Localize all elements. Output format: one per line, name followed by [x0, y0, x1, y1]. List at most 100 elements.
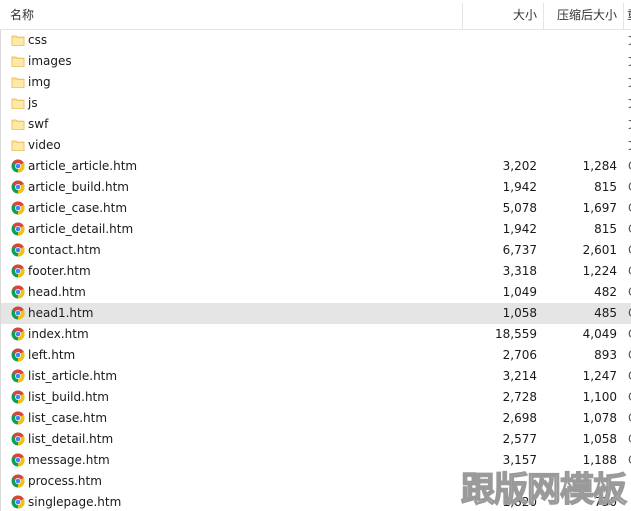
- file-row[interactable]: footer.htm3,3181,224C: [0, 261, 631, 282]
- chrome-document-icon: [11, 243, 25, 257]
- file-name: message.htm: [28, 453, 110, 467]
- folder-icon: [11, 75, 25, 89]
- file-row[interactable]: process.htm: [0, 471, 631, 492]
- file-name: process.htm: [28, 474, 102, 488]
- file-name: article_detail.htm: [28, 222, 134, 236]
- file-row[interactable]: left.htm2,706893C: [0, 345, 631, 366]
- chrome-document-icon: [11, 474, 25, 488]
- file-compressed-size: 1,284: [582, 159, 617, 173]
- file-compressed-size: 2,601: [582, 243, 617, 257]
- file-compressed-size: 1,100: [582, 390, 617, 404]
- file-name: list_case.htm: [28, 411, 108, 425]
- file-row[interactable]: img文: [0, 72, 631, 93]
- folder-icon: [11, 117, 25, 131]
- column-divider[interactable]: [543, 3, 544, 29]
- file-compressed-size: 730: [594, 495, 617, 509]
- file-compressed-size: 4,049: [582, 327, 617, 341]
- file-row[interactable]: list_case.htm2,6981,078C: [0, 408, 631, 429]
- file-compressed-size: 1,247: [582, 369, 617, 383]
- file-row[interactable]: list_article.htm3,2141,247C: [0, 366, 631, 387]
- file-compressed-size: 1,697: [582, 201, 617, 215]
- file-list-window: 名称 大小 压缩后大小 重 css文 images文 img文 js文 swf文…: [0, 0, 631, 511]
- file-name: images: [28, 54, 72, 68]
- file-size: 2,577: [502, 432, 537, 446]
- file-compressed-size: 482: [594, 285, 617, 299]
- file-row[interactable]: swf文: [0, 114, 631, 135]
- column-divider[interactable]: [462, 3, 463, 29]
- file-size: 5,078: [502, 201, 537, 215]
- file-name: singlepage.htm: [28, 495, 122, 509]
- file-name: article_article.htm: [28, 159, 138, 173]
- file-compressed-size: 1,188: [582, 453, 617, 467]
- folder-icon: [11, 33, 25, 47]
- file-name: list_build.htm: [28, 390, 109, 404]
- file-row[interactable]: css文: [0, 30, 631, 51]
- column-size-header[interactable]: 大小: [513, 0, 537, 29]
- file-name: head.htm: [28, 285, 86, 299]
- file-size: 2,706: [502, 348, 537, 362]
- file-size: 3,202: [502, 159, 537, 173]
- column-header: 名称 大小 压缩后大小 重: [0, 0, 631, 30]
- file-name: article_case.htm: [28, 201, 128, 215]
- file-row[interactable]: article_detail.htm1,942815C: [0, 219, 631, 240]
- file-size: 1,058: [502, 306, 537, 320]
- column-name-header[interactable]: 名称: [10, 0, 34, 29]
- file-compressed-size: 485: [594, 306, 617, 320]
- file-row[interactable]: head.htm1,049482C: [0, 282, 631, 303]
- file-row[interactable]: article_case.htm5,0781,697C: [0, 198, 631, 219]
- file-row[interactable]: singlepage.htm 1,820 730: [0, 492, 631, 511]
- column-compressed-header[interactable]: 压缩后大小: [557, 0, 617, 29]
- file-name: footer.htm: [28, 264, 91, 278]
- chrome-document-icon: [11, 285, 25, 299]
- column-clipped-header[interactable]: 重: [627, 0, 631, 29]
- file-compressed-size: 1,078: [582, 411, 617, 425]
- file-name: video: [28, 138, 61, 152]
- file-size: 1,942: [502, 222, 537, 236]
- folder-icon: [11, 138, 25, 152]
- file-compressed-size: 815: [594, 180, 617, 194]
- chrome-document-icon: [11, 369, 25, 383]
- file-compressed-size: 815: [594, 222, 617, 236]
- chrome-document-icon: [11, 159, 25, 173]
- file-row[interactable]: contact.htm6,7372,601C: [0, 240, 631, 261]
- file-name: img: [28, 75, 51, 89]
- file-name: list_detail.htm: [28, 432, 114, 446]
- chrome-document-icon: [11, 201, 25, 215]
- file-row[interactable]: message.htm3,1571,188C: [0, 450, 631, 471]
- file-row[interactable]: images文: [0, 51, 631, 72]
- file-name: article_build.htm: [28, 180, 129, 194]
- folder-icon: [11, 54, 25, 68]
- file-name: css: [28, 33, 48, 47]
- file-row[interactable]: video文: [0, 135, 631, 156]
- file-name: head1.htm: [28, 306, 94, 320]
- file-row[interactable]: js文: [0, 93, 631, 114]
- chrome-document-icon: [11, 327, 25, 341]
- file-name: js: [28, 96, 38, 110]
- file-name: swf: [28, 117, 49, 131]
- file-size: 2,728: [502, 390, 537, 404]
- chrome-document-icon: [11, 348, 25, 362]
- file-name: left.htm: [28, 348, 76, 362]
- file-row[interactable]: list_detail.htm2,5771,058C: [0, 429, 631, 450]
- file-name: list_article.htm: [28, 369, 118, 383]
- chrome-document-icon: [11, 453, 25, 467]
- folder-icon: [11, 96, 25, 110]
- file-row[interactable]: index.htm18,5594,049C: [0, 324, 631, 345]
- file-name: index.htm: [28, 327, 89, 341]
- chrome-document-icon: [11, 306, 25, 320]
- chrome-document-icon: [11, 180, 25, 194]
- chrome-document-icon: [11, 495, 25, 509]
- file-size: 3,214: [502, 369, 537, 383]
- file-row[interactable]: article_article.htm3,2021,284C: [0, 156, 631, 177]
- chrome-document-icon: [11, 264, 25, 278]
- file-size: 3,157: [502, 453, 537, 467]
- column-divider[interactable]: [623, 3, 624, 29]
- file-compressed-size: 1,224: [582, 264, 617, 278]
- file-name: contact.htm: [28, 243, 101, 257]
- file-size: 2,698: [502, 411, 537, 425]
- file-size: 6,737: [502, 243, 537, 257]
- file-size: 1,942: [502, 180, 537, 194]
- file-row[interactable]: list_build.htm2,7281,100C: [0, 387, 631, 408]
- file-row[interactable]: article_build.htm1,942815C: [0, 177, 631, 198]
- file-row[interactable]: head1.htm1,058485C: [0, 303, 631, 324]
